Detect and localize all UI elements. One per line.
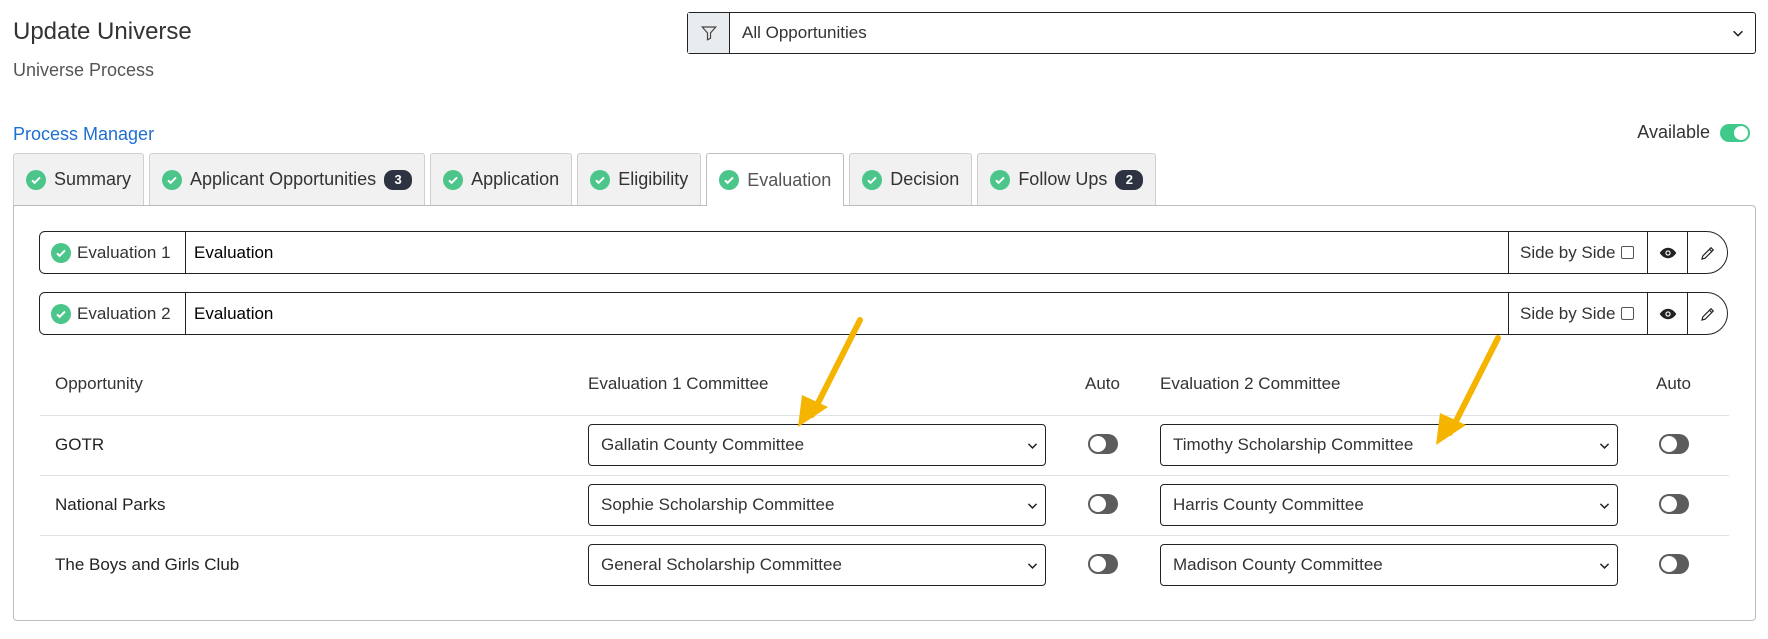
filter-icon[interactable] <box>688 13 730 53</box>
check-circle-icon <box>990 169 1011 190</box>
eval1-committee-select[interactable]: General Scholarship Committee <box>588 544 1046 586</box>
evaluation-label: Evaluation 1 <box>40 232 186 273</box>
tab-label: Application <box>471 169 560 189</box>
tab-applicant-opportunities[interactable]: Applicant Opportunities 3 <box>149 153 426 205</box>
evaluation-row-1: Evaluation 1 Evaluation Side by Side <box>39 231 1728 274</box>
available-label: Available <box>1637 122 1710 142</box>
check-circle-icon <box>862 169 883 190</box>
tab-application[interactable]: Application <box>430 153 573 205</box>
tab-label: Summary <box>54 169 132 189</box>
annotation-arrow-icon <box>1436 335 1501 445</box>
tab-label: Eligibility <box>618 169 689 189</box>
side-by-side-control[interactable]: Side by Side <box>1508 232 1647 273</box>
side-by-side-label: Side by Side <box>1520 303 1616 323</box>
chevron-down-icon <box>1599 502 1610 509</box>
preview-button[interactable] <box>1647 293 1687 334</box>
evaluation-row-2: Evaluation 2 Evaluation Side by Side <box>39 292 1728 335</box>
chevron-down-icon <box>1599 562 1610 569</box>
count-badge: 3 <box>384 169 413 190</box>
check-circle-icon <box>51 303 71 324</box>
process-manager-link[interactable]: Process Manager <box>13 124 154 145</box>
preview-button[interactable] <box>1647 232 1687 273</box>
opportunity-name: National Parks <box>55 495 166 514</box>
tab-eligibility[interactable]: Eligibility <box>577 153 702 205</box>
check-circle-icon <box>162 169 183 190</box>
select-value: Harris County Committee <box>1173 495 1364 514</box>
side-by-side-control[interactable]: Side by Side <box>1508 293 1647 334</box>
check-circle-icon <box>590 169 611 190</box>
page-title: Update Universe <box>13 18 192 45</box>
column-header-auto-1: Auto <box>1085 374 1120 393</box>
pencil-icon <box>1700 246 1714 260</box>
row-divider <box>40 475 1729 476</box>
auto-toggle[interactable] <box>1088 434 1118 454</box>
select-value: General Scholarship Committee <box>601 555 842 574</box>
eye-icon <box>1659 247 1676 258</box>
auto-toggle[interactable] <box>1659 494 1689 514</box>
check-circle-icon <box>719 170 740 190</box>
side-by-side-checkbox[interactable] <box>1621 307 1635 320</box>
eval1-committee-select[interactable]: Sophie Scholarship Committee <box>588 484 1046 526</box>
tab-decision[interactable]: Decision <box>849 153 973 205</box>
eval2-committee-select[interactable]: Madison County Committee <box>1160 544 1618 586</box>
available-control: Available <box>1637 122 1750 143</box>
eye-icon <box>1659 308 1676 319</box>
column-header-auto-2: Auto <box>1656 374 1691 393</box>
pencil-icon <box>1700 307 1714 321</box>
page-subtitle: Universe Process <box>13 60 155 80</box>
annotation-arrow-icon <box>798 317 863 427</box>
opportunity-select[interactable]: All Opportunities <box>730 13 1755 53</box>
row-divider <box>40 535 1729 536</box>
tab-summary[interactable]: Summary <box>13 153 145 205</box>
auto-toggle[interactable] <box>1088 554 1118 574</box>
side-by-side-label: Side by Side <box>1520 242 1616 262</box>
count-badge: 2 <box>1115 169 1144 190</box>
process-tabs: Summary Applicant Opportunities 3 Applic… <box>13 153 1157 206</box>
tab-label: Evaluation <box>747 169 832 190</box>
evaluation-name: Evaluation <box>194 242 274 262</box>
auto-toggle[interactable] <box>1659 434 1689 454</box>
auto-toggle[interactable] <box>1088 494 1118 514</box>
tab-label: Applicant Opportunities <box>190 169 377 189</box>
eval2-committee-select[interactable]: Timothy Scholarship Committee <box>1160 424 1618 466</box>
evaluation-label-text: Evaluation 1 <box>77 242 171 262</box>
chevron-down-icon <box>1027 502 1038 509</box>
tab-follow-ups[interactable]: Follow Ups 2 <box>977 153 1157 205</box>
opportunity-name: GOTR <box>55 435 105 454</box>
column-header-opportunity: Opportunity <box>55 374 143 393</box>
edit-button[interactable] <box>1687 232 1727 273</box>
column-header-eval2-committee: Evaluation 2 Committee <box>1160 374 1341 393</box>
check-circle-icon <box>26 169 46 190</box>
opportunity-filter[interactable]: All Opportunities <box>687 12 1756 54</box>
opportunity-name: The Boys and Girls Club <box>55 555 240 574</box>
chevron-down-icon <box>1027 442 1038 449</box>
tab-evaluation[interactable]: Evaluation <box>706 153 845 206</box>
tab-label: Decision <box>890 169 960 189</box>
chevron-down-icon <box>1027 562 1038 569</box>
available-toggle[interactable] <box>1720 123 1750 142</box>
check-circle-icon <box>51 242 71 263</box>
eval2-committee-select[interactable]: Harris County Committee <box>1160 484 1618 526</box>
tab-label: Follow Ups <box>1018 169 1108 189</box>
select-value: Timothy Scholarship Committee <box>1173 435 1414 454</box>
select-value: Gallatin County Committee <box>601 435 805 454</box>
check-circle-icon <box>443 169 464 190</box>
column-header-eval1-committee: Evaluation 1 Committee <box>588 374 769 393</box>
chevron-down-icon <box>1599 442 1610 449</box>
opportunity-select-value: All Opportunities <box>742 23 867 42</box>
select-value: Madison County Committee <box>1173 555 1383 574</box>
edit-button[interactable] <box>1687 293 1727 334</box>
side-by-side-checkbox[interactable] <box>1621 246 1635 259</box>
chevron-down-icon <box>1733 30 1743 37</box>
select-value: Sophie Scholarship Committee <box>601 495 835 514</box>
evaluation-label-text: Evaluation 2 <box>77 303 171 323</box>
evaluation-label: Evaluation 2 <box>40 293 186 334</box>
auto-toggle[interactable] <box>1659 554 1689 574</box>
